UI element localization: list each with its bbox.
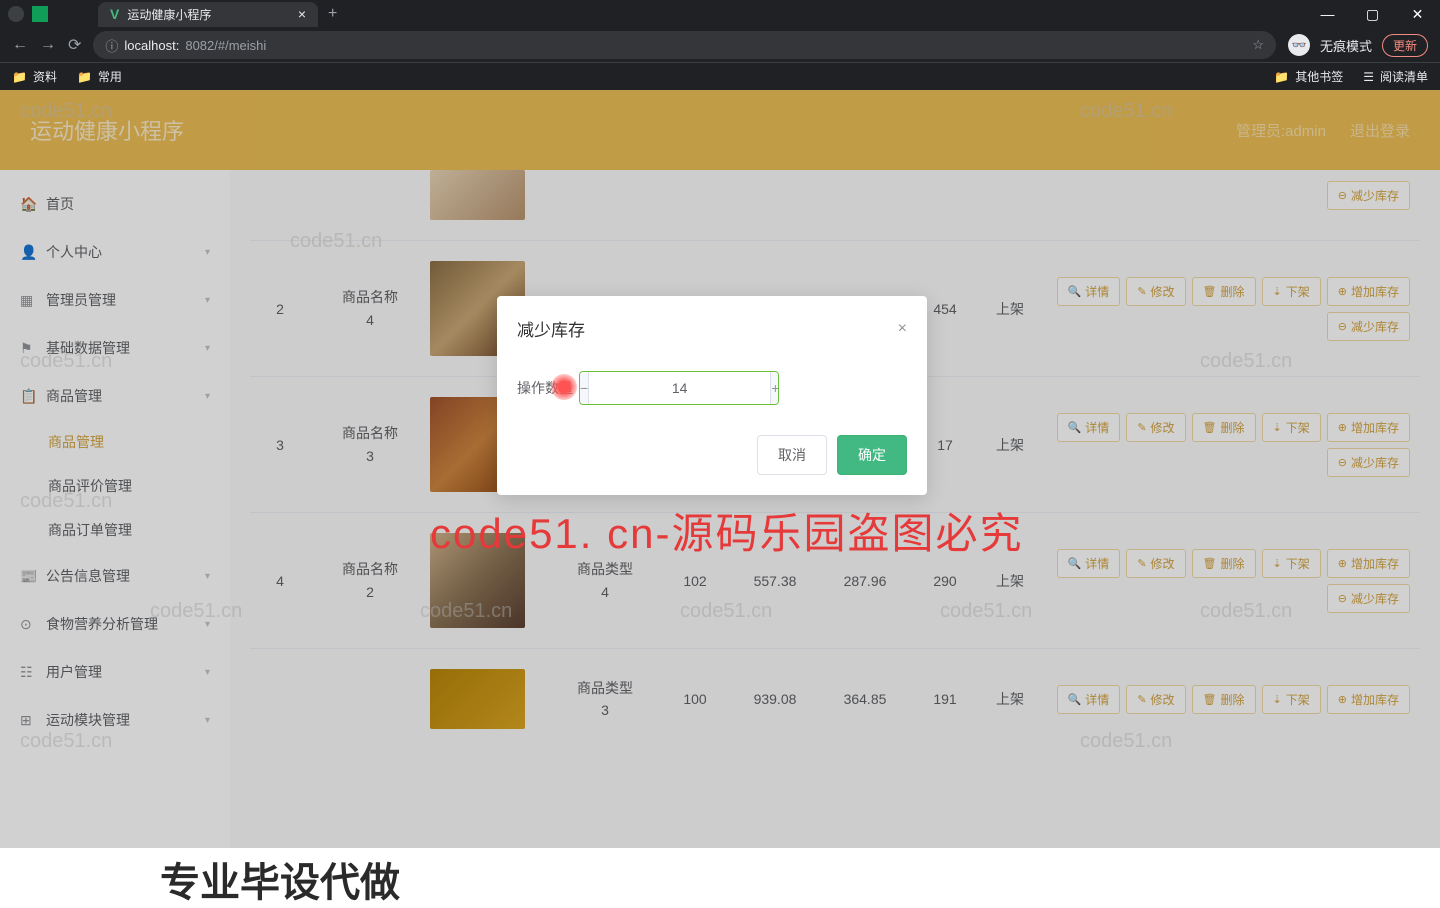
- info-icon: ⓘ: [105, 36, 118, 55]
- list-icon: ☰: [1363, 70, 1374, 84]
- maximize-button[interactable]: ▢: [1350, 6, 1395, 23]
- cursor-indicator: [551, 374, 577, 400]
- vue-icon: V: [110, 6, 119, 22]
- bookmark-2[interactable]: 📁常用: [77, 68, 122, 85]
- minimize-button[interactable]: —: [1305, 6, 1350, 23]
- browser-tab[interactable]: V 运动健康小程序 ×: [98, 2, 318, 27]
- forward-button[interactable]: →: [40, 36, 56, 54]
- increase-button[interactable]: +: [771, 372, 779, 404]
- incognito-icon: 👓: [1288, 34, 1310, 56]
- tab-title: 运动健康小程序: [127, 6, 211, 23]
- bookmark-1[interactable]: 📁资料: [12, 68, 57, 85]
- tab-close-icon[interactable]: ×: [298, 6, 306, 22]
- folder-icon: 📁: [12, 70, 27, 84]
- tab-icon-1[interactable]: [8, 6, 24, 22]
- browser-chrome: V 运动健康小程序 × + — ▢ ✕ ← → ⟳ ⓘ localhost: 80…: [0, 0, 1440, 90]
- quantity-stepper: − +: [579, 371, 779, 405]
- bookmark-bar: 📁资料 📁常用 📁其他书签 ☰阅读清单: [0, 62, 1440, 90]
- tab-bar: V 运动健康小程序 × + — ▢ ✕: [0, 0, 1440, 28]
- reduce-stock-dialog: 减少库存 × 操作数量 − + 取消 确定: [497, 296, 927, 495]
- address-bar: ← → ⟳ ⓘ localhost: 8082/#/meishi ☆ 👓 无痕模式…: [0, 28, 1440, 62]
- cancel-button[interactable]: 取消: [757, 435, 827, 475]
- confirm-button[interactable]: 确定: [837, 435, 907, 475]
- other-bookmarks[interactable]: 📁其他书签: [1274, 68, 1343, 85]
- decrease-button[interactable]: −: [580, 372, 588, 404]
- update-button[interactable]: 更新: [1382, 34, 1428, 57]
- star-icon[interactable]: ☆: [1252, 37, 1264, 53]
- back-button[interactable]: ←: [12, 36, 28, 54]
- url-input[interactable]: ⓘ localhost: 8082/#/meishi ☆: [93, 31, 1276, 59]
- app-root: 运动健康小程序 管理员:admin 退出登录 🏠首页 👤个人中心▾ ▦管理员管理…: [0, 90, 1440, 848]
- quantity-input[interactable]: [588, 372, 771, 404]
- incognito-label: 无痕模式: [1320, 36, 1372, 55]
- window-controls: — ▢ ✕: [1305, 6, 1440, 23]
- url-path: 8082/#/meishi: [185, 38, 266, 53]
- quantity-label: 操作数量: [517, 378, 573, 398]
- watermark-service: 专业毕设代做: [160, 850, 400, 908]
- reload-button[interactable]: ⟳: [68, 35, 81, 55]
- new-tab-button[interactable]: +: [318, 5, 347, 23]
- folder-icon: 📁: [1274, 70, 1289, 84]
- tab-icon-2[interactable]: [32, 6, 48, 22]
- close-window-button[interactable]: ✕: [1395, 6, 1440, 23]
- folder-icon: 📁: [77, 70, 92, 84]
- dialog-title: 减少库存: [517, 316, 585, 341]
- reading-list[interactable]: ☰阅读清单: [1363, 68, 1428, 85]
- url-host: localhost:: [124, 38, 179, 53]
- dialog-close-button[interactable]: ×: [898, 320, 907, 338]
